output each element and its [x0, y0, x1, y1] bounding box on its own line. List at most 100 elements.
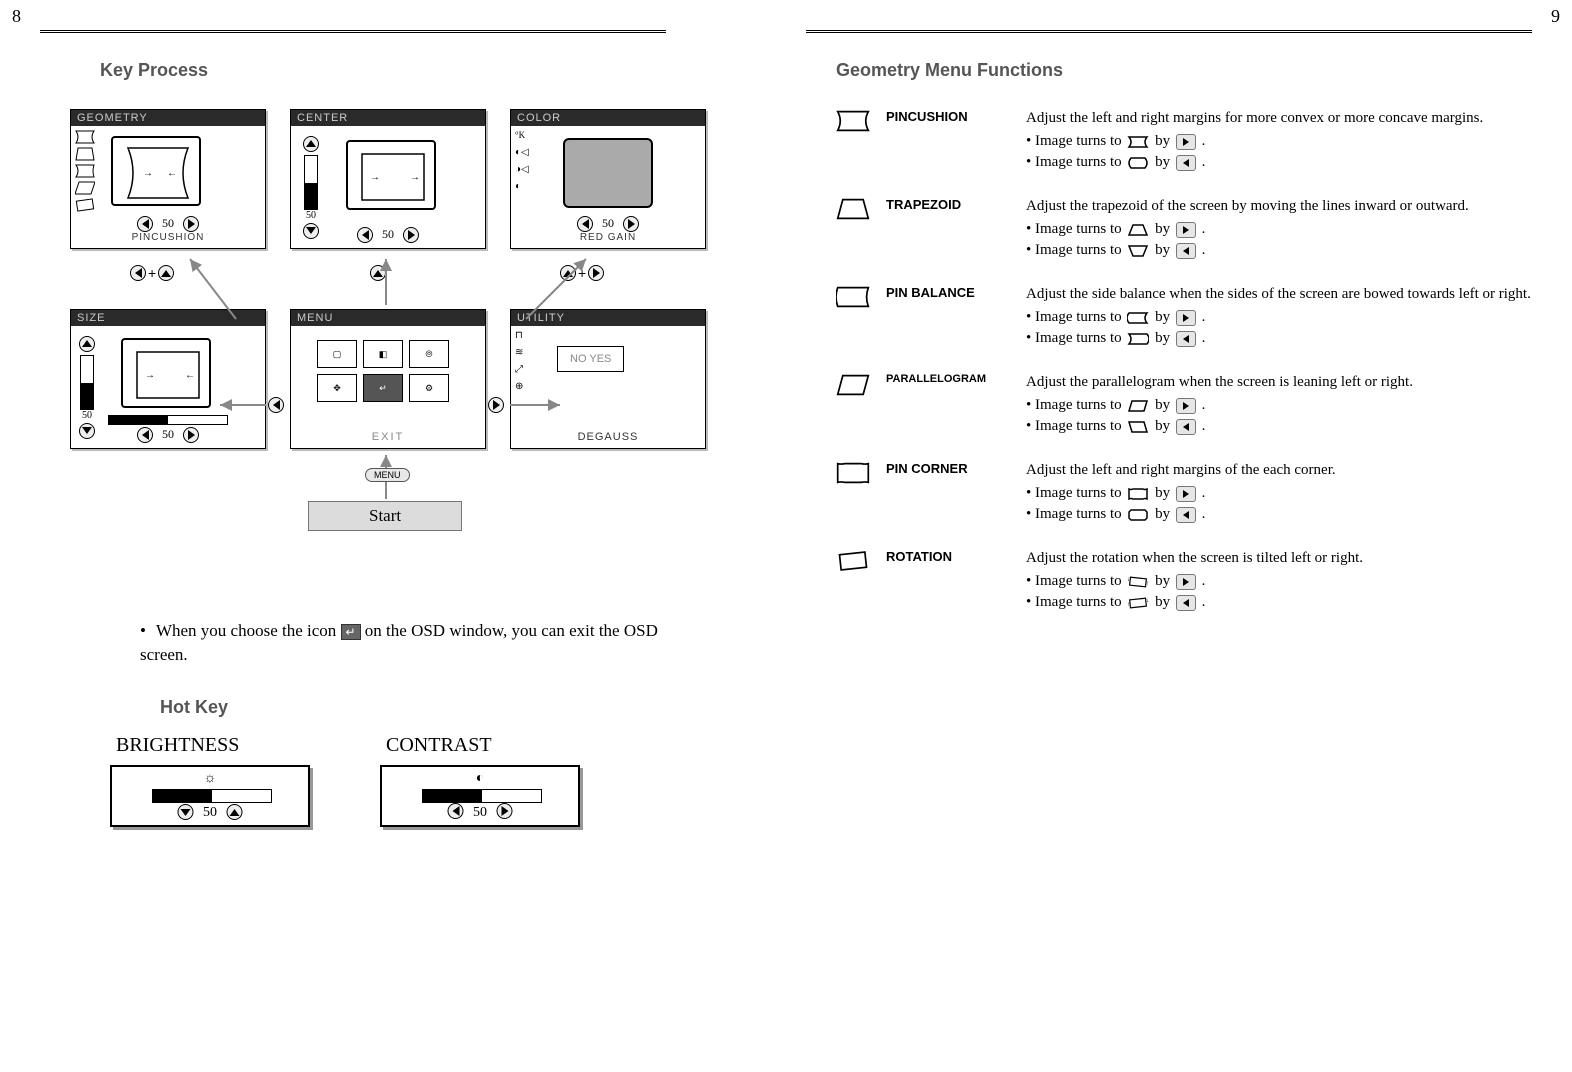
plus-label: + [578, 265, 586, 281]
function-bullet: Image turns to by . [1026, 133, 1532, 150]
left-button-icon [1176, 155, 1196, 171]
nav-combo-left [268, 397, 284, 413]
color-icon-stack: °K ◐◁ ◑◁ ◐ [515, 130, 539, 195]
up-arrow-icon [560, 265, 576, 281]
svg-text:→: → [370, 172, 380, 183]
hotkey-label-contrast: CONTRAST [380, 734, 580, 757]
bow-left-icon [1127, 332, 1149, 346]
osd-diagram: GEOMETRY →← [70, 109, 730, 569]
lean-right-icon [1127, 399, 1149, 413]
osd-title-center: CENTER [291, 110, 485, 126]
function-list: PINCUSHION Adjust the left and right mar… [836, 109, 1532, 615]
up-arrow-icon [158, 265, 174, 281]
up-arrow-icon [227, 804, 243, 820]
left-arrow-icon [268, 397, 284, 413]
left-arrow-icon [137, 216, 153, 232]
function-name: TRAPEZOID [886, 197, 1016, 263]
section-title-geometry-functions: Geometry Menu Functions [836, 60, 1532, 81]
center-preview: →→ [346, 140, 436, 210]
tilt-cw-icon: ↓↑ [1127, 575, 1149, 589]
left-arrow-icon [130, 265, 146, 281]
hotkey-contrast: CONTRAST ◐ 50 [380, 734, 580, 827]
osd-value-center: 50 [382, 227, 394, 241]
svg-text:→: → [143, 168, 153, 179]
menu-item-icon: ◧ [363, 340, 403, 368]
osd-title-menu: MENU [291, 310, 485, 326]
page-rule [40, 30, 666, 33]
geometry-preview: →← [111, 136, 201, 206]
bow-right-icon [1127, 311, 1149, 325]
osd-sublabel-geometry: PINCUSHION [71, 232, 265, 243]
osd-panel-utility: UTILITY ⊓ ≋ ⤢ ⊕ NO YES DEGAUSS [510, 309, 706, 449]
globe-icon: ⊕ [515, 381, 535, 395]
menu-item-icon: ▢ [317, 340, 357, 368]
menu-item-exit-icon: ↵ [363, 374, 403, 402]
up-arrow-icon [370, 265, 386, 281]
menu-item-icon: ⦾ [409, 340, 449, 368]
brightness-icon: ☼ [204, 771, 217, 787]
osd-panel-menu: MENU ▢ ◧ ⦾ ✥ ↵ ⚙ EXIT [290, 309, 486, 449]
section-title-key-process: Key Process [100, 60, 746, 81]
menu-icon-grid: ▢ ◧ ⦾ ✥ ↵ ⚙ [317, 340, 449, 402]
concave-shape-icon [1127, 156, 1149, 170]
right-arrow-icon [488, 397, 504, 413]
exit-instruction: When you choose the icon on the OSD wind… [140, 619, 706, 667]
half-circle-icon: ◑◁ [515, 164, 535, 178]
osd-value-center-side: 50 [303, 210, 319, 221]
page-rule [806, 30, 1532, 33]
zoom-icon: ⤢ [515, 364, 535, 378]
utility-icon-stack: ⊓ ≋ ⤢ ⊕ [515, 330, 539, 395]
function-name: PIN CORNER [886, 461, 1016, 527]
right-button-icon [1176, 486, 1196, 502]
osd-sublabel-menu: EXIT [291, 431, 485, 443]
contrast-icon: ◐ [476, 771, 484, 787]
utility-options: NO YES [557, 346, 624, 372]
right-button-icon [1176, 398, 1196, 414]
up-arrow-icon [303, 136, 319, 152]
right-arrow-icon [497, 803, 513, 819]
right-button-icon [1176, 134, 1196, 150]
convex-shape-icon [1127, 135, 1149, 149]
osd-panel-geometry: GEOMETRY →← [70, 109, 266, 249]
start-box: Start [308, 501, 462, 531]
corner-out-icon [1127, 487, 1149, 501]
trapezoid-wide-top-icon [1127, 244, 1149, 258]
function-row-pincorner: PIN CORNER Adjust the left and right mar… [836, 461, 1532, 527]
osd-panel-size: SIZE 50 →← 50 [70, 309, 266, 449]
function-row-pinbalance: PIN BALANCE Adjust the side balance when… [836, 285, 1532, 351]
menu-item-icon: ⚙ [409, 374, 449, 402]
function-row-pincushion: PINCUSHION Adjust the left and right mar… [836, 109, 1532, 175]
left-button-icon [1176, 419, 1196, 435]
magnet-icon: ⊓ [515, 330, 535, 344]
function-row-rotation: ROTATION Adjust the rotation when the sc… [836, 549, 1532, 615]
tilt-ccw-icon: ↑↓ [1127, 596, 1149, 610]
function-bullet: Image turns to ↑↓ by . [1026, 594, 1532, 611]
pincushion-icon [836, 109, 876, 175]
left-button-icon [1176, 243, 1196, 259]
page-number-right: 9 [1551, 6, 1560, 27]
right-arrow-icon [183, 427, 199, 443]
hotkey-value-brightness: 50 [203, 805, 217, 820]
right-arrow-icon [183, 216, 199, 232]
trapezoid-narrow-top-icon [1127, 223, 1149, 237]
function-bullet: Image turns to by . [1026, 330, 1532, 347]
svg-text:→: → [410, 172, 420, 183]
nav-combo-left-up: + [130, 265, 174, 281]
left-button-icon [1176, 507, 1196, 523]
nav-combo-up-right: + [560, 265, 604, 281]
osd-title-utility: UTILITY [511, 310, 705, 326]
left-button-icon [1176, 595, 1196, 611]
function-desc: Adjust the trapezoid of the screen by mo… [1026, 197, 1532, 215]
osd-value-size: 50 [162, 427, 174, 441]
pinbalance-icon [836, 285, 876, 351]
function-desc: Adjust the left and right margins for mo… [1026, 109, 1532, 127]
nav-combo-up [370, 265, 386, 281]
function-bullet: Image turns to by . [1026, 397, 1532, 414]
right-button-icon [1176, 222, 1196, 238]
function-bullet: Image turns to by . [1026, 418, 1532, 435]
page-right: 9 Geometry Menu Functions PINCUSHION Adj… [786, 0, 1572, 1072]
svg-text:↑: ↑ [1127, 602, 1130, 608]
circle-icon: ◐ [515, 181, 535, 195]
left-arrow-icon [357, 227, 373, 243]
color-preview [563, 138, 653, 208]
